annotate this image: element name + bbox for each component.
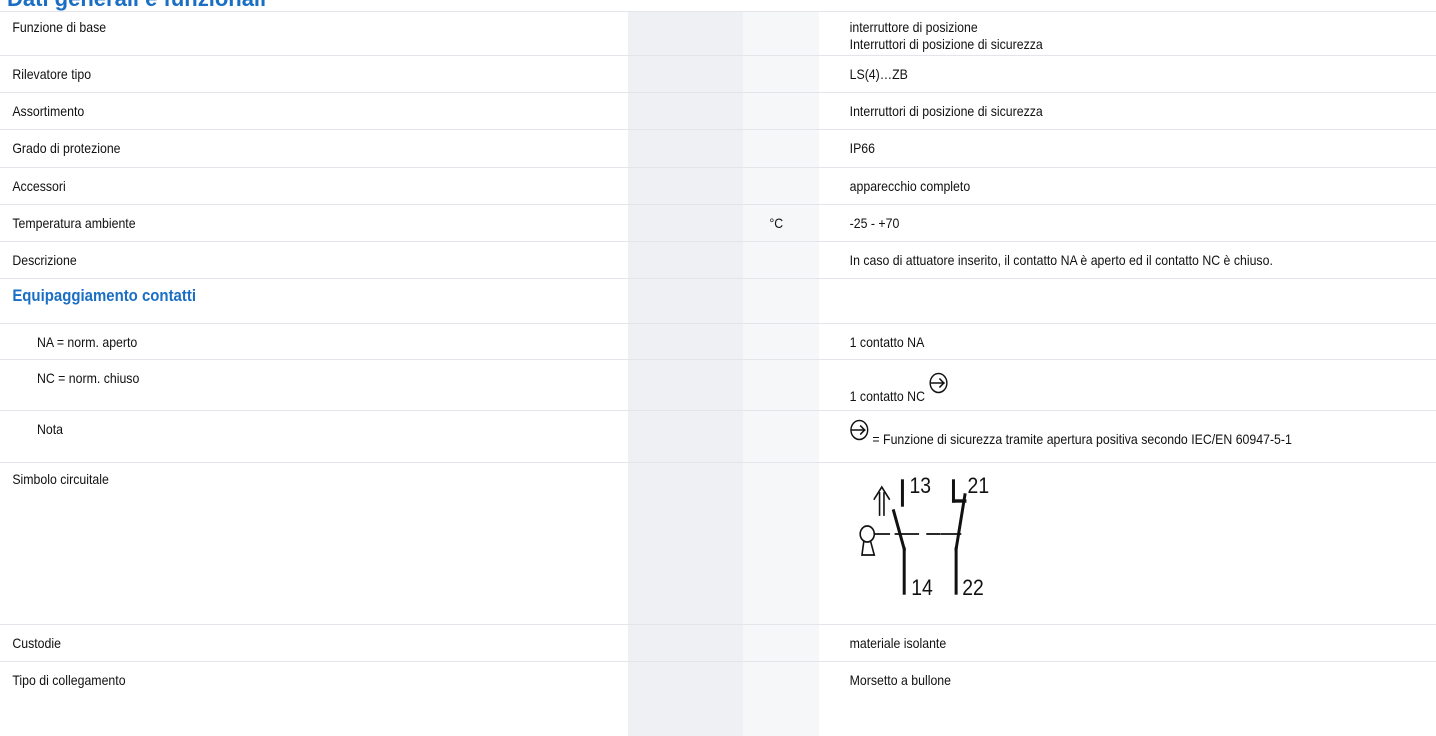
row-unit: °C bbox=[757, 204, 837, 242]
terminal-21: 21 bbox=[968, 474, 990, 498]
table-row: Simbolo circuitale 13 21 14 22 bbox=[0, 462, 1436, 625]
row-value: -25 - +70 bbox=[847, 204, 1393, 242]
table-row: Custodie materiale isolante bbox=[0, 624, 1436, 662]
table-row: Assortimento Interruttori di posizione d… bbox=[0, 92, 1436, 130]
circuit-symbol: 13 21 14 22 bbox=[859, 474, 990, 600]
row-label: Accessori bbox=[0, 167, 565, 205]
terminal-14: 14 bbox=[911, 576, 933, 600]
row-value: materiale isolante bbox=[847, 624, 1393, 662]
table-row: Grado di protezione IP66 bbox=[0, 129, 1436, 168]
table-row: Tipo di collegamento Morsetto a bullone bbox=[0, 661, 1436, 699]
row-value: Interruttori di posizione di sicurezza bbox=[847, 92, 1393, 130]
table-row: NA = norm. aperto 1 contatto NA bbox=[0, 323, 1436, 360]
terminal-22: 22 bbox=[962, 576, 984, 600]
row-label: Nota bbox=[0, 410, 565, 463]
row-label: Tipo di collegamento bbox=[0, 661, 565, 699]
row-label: Rilevatore tipo bbox=[0, 55, 565, 93]
row-value: IP66 bbox=[847, 129, 1393, 168]
table-row: Descrizione In caso di attuatore inserit… bbox=[0, 241, 1436, 279]
spec-table: Funzione di base interruttore di posizio… bbox=[0, 11, 1436, 699]
row-value: interruttore di posizione Interruttori d… bbox=[847, 11, 1393, 56]
row-label: NA = norm. aperto bbox=[0, 323, 565, 360]
row-label: NC = norm. chiuso bbox=[0, 359, 565, 411]
spec-page: Dati generali e funzionali Funzione di b… bbox=[0, 0, 1436, 736]
row-label: Descrizione bbox=[0, 241, 565, 279]
positive-opening-icon bbox=[850, 419, 869, 441]
row-label: Assortimento bbox=[0, 92, 565, 130]
row-value: LS(4)…ZB bbox=[847, 55, 1393, 93]
positive-opening-icon bbox=[929, 372, 948, 394]
row-value: In caso di attuatore inserito, il contat… bbox=[847, 241, 1393, 279]
section-row: Equipaggiamento contatti bbox=[0, 278, 1436, 324]
table-row: Funzione di base interruttore di posizio… bbox=[0, 11, 1436, 56]
section-title: Equipaggiamento contatti bbox=[0, 278, 565, 324]
row-value: apparecchio completo bbox=[847, 167, 1393, 205]
row-label: Grado di protezione bbox=[0, 129, 565, 168]
row-label: Funzione di base bbox=[0, 11, 565, 56]
table-row: Rilevatore tipo LS(4)…ZB bbox=[0, 55, 1436, 93]
row-value: 1 contatto NA bbox=[847, 323, 1393, 360]
table-row: Accessori apparecchio completo bbox=[0, 167, 1436, 205]
row-value: 1 contatto NC bbox=[847, 359, 1393, 411]
row-value: Morsetto a bullone bbox=[847, 661, 1393, 699]
row-label: Simbolo circuitale bbox=[0, 462, 565, 625]
row-label: Custodie bbox=[0, 624, 565, 662]
table-row: Temperatura ambiente °C -25 - +70 bbox=[0, 204, 1436, 242]
row-value: 13 21 14 22 bbox=[847, 462, 1393, 625]
row-value: = Funzione di sicurezza tramite apertura… bbox=[847, 410, 1393, 463]
row-label: Temperatura ambiente bbox=[0, 204, 565, 242]
table-row: NC = norm. chiuso 1 contatto NC bbox=[0, 359, 1436, 411]
terminal-13: 13 bbox=[909, 474, 931, 498]
table-row: Nota = Funzione di sicurezza tramite ape… bbox=[0, 410, 1436, 463]
